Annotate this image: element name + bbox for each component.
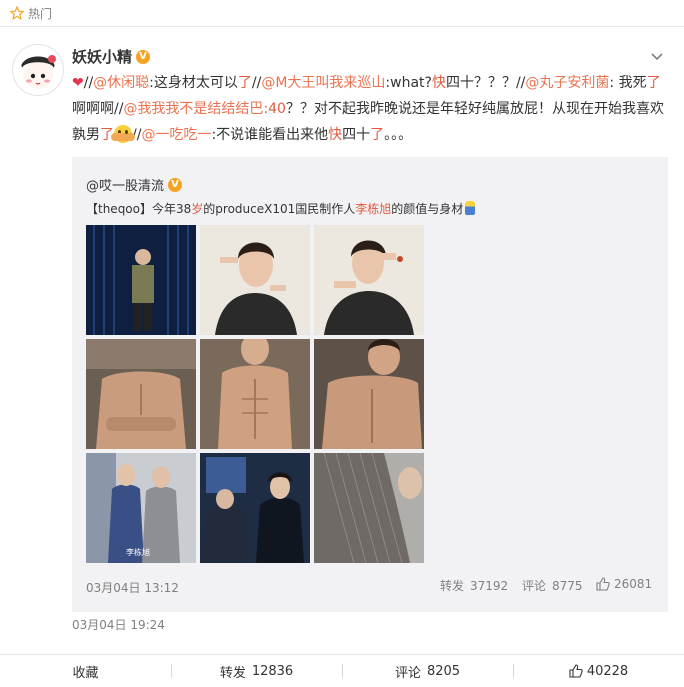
hot-bar: 热门 [0,0,684,27]
repost-author-row: @哎一股清流 V [86,175,183,194]
username[interactable]: 妖妖小精 [72,46,132,67]
forward-label: 转发 [219,665,246,681]
photo-8[interactable] [200,453,310,563]
post-text-segment: 啊啊啊 [72,101,114,117]
repost-text-b: 岁 [191,202,204,216]
post-text-segment: // [251,75,262,91]
photo-1[interactable] [86,225,196,335]
post-text-segment: 。。。 [384,127,413,143]
post-text-segment: 了 [646,75,661,91]
photo-2-image [200,225,310,335]
photo-9-image [314,453,424,563]
post-text-segment: 快 [431,75,446,91]
post-text-segment: :不说谁能看出来他 [211,127,329,143]
comment-label: 评论 [394,665,421,681]
photo-3[interactable] [314,225,424,335]
photo-3-image [314,225,424,335]
star-icon [10,6,24,20]
repost-text-d: 李栋旭 [355,202,392,216]
post-text-segment: 四十 [342,127,371,143]
post-text-segment: 快 [328,127,343,143]
post-text-segment: 四十？？？ [445,75,516,91]
comment-button[interactable]: 评论 8205 [342,655,513,687]
post-text-segment: // [83,75,94,91]
thumbs-up-icon [596,577,610,591]
avatar[interactable] [12,44,64,96]
mention-link[interactable]: @一吃吃一 [141,127,211,143]
like-count: 40228 [586,663,629,679]
photo-7-image: 李栋旭 [86,453,196,563]
repost-box: @哎一股清流 V 【theqoo】今年38岁的produceX101国民制作人李… [72,157,668,612]
repost-comment-label: 评论 [522,579,547,593]
mention-link[interactable]: @M大王叫我来巡山 [261,75,385,91]
hot-label: 热门 [28,6,53,21]
avatar-illustration-icon [13,45,63,95]
photo-6-image [314,339,424,449]
repost-forward-count: 37192 [470,578,509,593]
repost-text-e: 的颜值与身材 [391,202,464,216]
repost-like-count: 26081 [614,577,653,591]
comment-count: 8205 [426,663,461,679]
bottom-action-bar: 收藏 转发 12836 评论 8205 40228 [0,654,684,687]
repost-forward-label: 转发 [440,579,465,593]
post-text-segment: :40 [263,101,286,117]
mention-link[interactable]: @休闲聪 [93,75,149,91]
scared-emoji-icon [111,125,135,143]
repost-comment-count: 8775 [552,578,583,593]
forward-count: 12836 [251,663,294,679]
photo-7[interactable]: 李栋旭 [86,453,196,563]
repost-username[interactable]: @哎一股清流 [86,175,164,194]
repost-text: 【theqoo】今年38岁的produceX101国民制作人李栋旭的颜值与身材 [86,200,476,217]
photo-5-image [200,339,310,449]
heart-icon: ❤ [72,75,84,91]
mention-link[interactable]: @我我我不是结结结巴 [123,101,263,117]
photo-8-image [200,453,310,563]
post-text-segment: // [515,75,526,91]
post-text-segment: 了 [370,127,385,143]
verified-badge-icon: V [136,49,151,64]
post-text: ❤//@休闲聪:这身材太可以了//@M大王叫我来巡山:what?快四十？？？//… [72,70,670,148]
collect-button[interactable]: 收藏 [0,655,171,687]
photo-2[interactable] [200,225,310,335]
photo-6[interactable] [314,339,424,449]
photo-1-image [86,225,196,335]
repost-forward[interactable]: 转发 37192 [440,577,508,594]
post-text-segment: :what? [385,75,432,91]
photo-9[interactable] [314,453,424,563]
repost-time[interactable]: 03月04日 13:12 [86,579,179,596]
photo-grid: 李栋旭 [86,225,424,565]
repost-text-a: 【theqoo】今年38 [86,202,192,216]
photo-4[interactable] [86,339,196,449]
repost-text-c: 的produceX101国民制作人 [203,202,356,216]
post-text-segment: :这身材太可以 [149,75,238,91]
repost-comment[interactable]: 评论 8775 [522,577,583,594]
thumbs-up-icon [569,664,583,678]
post-text-segment: : 我死 [609,75,647,91]
post-text-segment: 了 [237,75,252,91]
photo-4-image [86,339,196,449]
repost-like[interactable]: 26081 [596,577,652,591]
photo-watermark: 李栋旭 [126,547,150,557]
mention-link[interactable]: @丸子安利菌 [525,75,609,91]
person-emoji-icon [465,201,476,215]
like-button[interactable]: 40228 [513,655,684,687]
repost-verified-badge-icon: V [168,177,183,192]
collect-label: 收藏 [72,665,99,681]
chevron-down-icon[interactable] [650,52,664,62]
photo-5[interactable] [200,339,310,449]
author-row: 妖妖小精 V [72,46,151,67]
post-time[interactable]: 03月04日 19:24 [72,616,165,633]
forward-button[interactable]: 转发 12836 [171,655,342,687]
